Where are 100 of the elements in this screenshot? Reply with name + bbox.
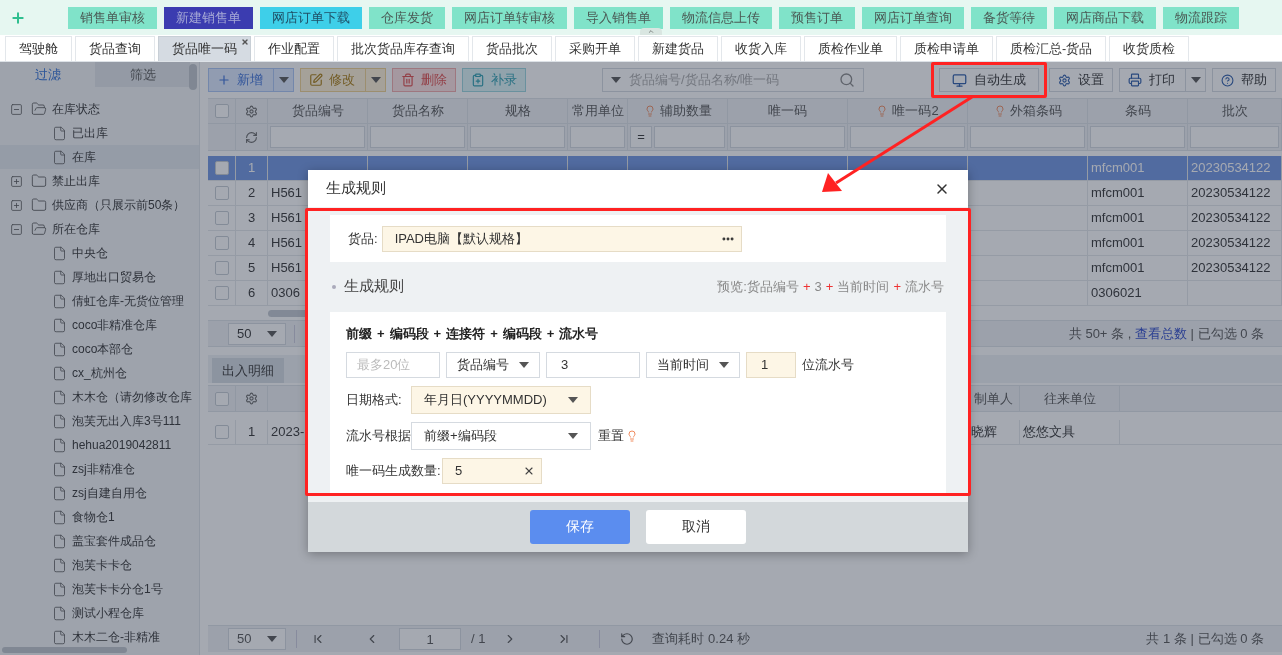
nav-button[interactable]: 预售订单 — [779, 6, 855, 29]
refresh-icon[interactable] — [245, 130, 258, 144]
nav-button[interactable]: 导入销售单 — [574, 6, 663, 29]
nav-button[interactable]: 网店商品下载 — [1054, 6, 1156, 29]
checkbox[interactable] — [214, 425, 229, 439]
column-header[interactable]: 往来单位 — [1020, 386, 1120, 411]
page-size-select[interactable]: 50 — [228, 628, 286, 650]
toolbar-button[interactable]: 帮助 — [1212, 68, 1276, 92]
tree-item[interactable]: 倩虹仓库-无货位管理 — [0, 289, 199, 313]
tree-item[interactable]: 所在仓库 — [0, 217, 199, 241]
prefix-field[interactable]: 最多20位 — [346, 351, 440, 378]
dropdown-button[interactable] — [274, 68, 294, 92]
tree-item[interactable]: zsj自建自用仓 — [0, 481, 199, 505]
page-size-select[interactable]: 50 — [228, 322, 286, 345]
filter-field[interactable] — [850, 126, 965, 148]
filter-field[interactable] — [370, 126, 465, 148]
tree-item[interactable]: coco本部仓 — [0, 337, 199, 361]
column-header[interactable]: 辅助数量 — [628, 99, 728, 123]
nav-button[interactable]: 新建销售单 — [164, 6, 253, 29]
page-tab[interactable]: 货品查询 — [75, 36, 155, 61]
refresh-icon[interactable] — [620, 632, 635, 646]
column-header[interactable]: 货品名称 — [368, 99, 468, 123]
tree-item[interactable]: 已出库 — [0, 121, 199, 145]
tree-item[interactable]: 禁止出库 — [0, 169, 199, 193]
collapse-icon[interactable] — [10, 222, 23, 236]
count-field[interactable]: 5 — [442, 457, 542, 484]
page-input[interactable]: 1 — [399, 628, 461, 650]
tree-item[interactable]: zsj非精准仓 — [0, 457, 199, 481]
checkbox[interactable] — [214, 211, 229, 225]
checkbox[interactable] — [214, 286, 229, 300]
page-tab[interactable]: 驾驶舱 — [5, 36, 72, 61]
page-tab[interactable]: 货品批次 — [472, 36, 552, 61]
segment-dropdown[interactable]: 货品编号 — [446, 351, 540, 378]
settings-icon[interactable] — [245, 392, 258, 405]
tree-item[interactable]: 食物仓1 — [0, 505, 199, 529]
nav-button[interactable]: 网店订单查询 — [862, 6, 964, 29]
scrollbar[interactable] — [189, 64, 197, 90]
search-icon[interactable] — [839, 72, 855, 88]
tree-item[interactable]: 盖宝套件成品仓 — [0, 529, 199, 553]
tree-item[interactable]: coco非精准仓库 — [0, 313, 199, 337]
view-total-link[interactable]: 查看总数 — [1134, 325, 1187, 341]
serial-basis-dropdown[interactable]: 前缀+编码段 — [411, 421, 591, 450]
column-header[interactable]: 货品编号 — [268, 99, 368, 123]
tree-item[interactable]: cx_杭州仓 — [0, 361, 199, 385]
nav-button[interactable]: 仓库发货 — [369, 6, 445, 29]
column-header[interactable]: 常用单位 — [568, 99, 628, 123]
close-icon[interactable] — [241, 38, 249, 46]
tree-item[interactable]: hehua2019042811 — [0, 433, 199, 457]
tree-item[interactable]: 厚地出口贸易仓 — [0, 265, 199, 289]
nav-button[interactable]: 网店订单下载 — [260, 6, 362, 29]
add-icon[interactable] — [10, 9, 26, 26]
page-tab[interactable]: 货品唯一码 — [158, 36, 251, 61]
tree-item[interactable]: 木木仓（请勿修改仓库 — [0, 385, 199, 409]
page-tab[interactable]: 质检申请单 — [900, 36, 993, 61]
settings-icon[interactable] — [245, 104, 258, 118]
tree-item[interactable]: 测试小程仓库 — [0, 601, 199, 625]
segment-dropdown[interactable]: 当前时间 — [646, 351, 740, 378]
tree-item[interactable]: 泡芙卡卡分仓1号 — [0, 577, 199, 601]
toolbar-button[interactable]: 设置 — [1049, 68, 1113, 92]
nav-button[interactable]: 物流信息上传 — [670, 6, 772, 29]
page-tab[interactable]: 新建货品 — [638, 36, 718, 61]
collapse-icon[interactable] — [10, 102, 23, 116]
tree-item[interactable]: 在库 — [0, 145, 199, 169]
connector-field[interactable]: 3 — [546, 351, 640, 378]
filter-field[interactable] — [970, 126, 1085, 148]
tree-item[interactable]: 供应商（只展示前50条） — [0, 193, 199, 217]
checkbox[interactable] — [214, 391, 229, 406]
toolbar-button[interactable]: 打印 — [1119, 68, 1186, 92]
page-tab[interactable]: 批次货品库存查询 — [337, 36, 469, 61]
detail-tab[interactable]: 出入明细 — [212, 358, 284, 383]
dropdown-button[interactable] — [366, 68, 386, 92]
column-header[interactable]: 规格 — [468, 99, 568, 123]
page-tab[interactable]: 采购开单 — [555, 36, 635, 61]
filter-field[interactable] — [570, 126, 625, 148]
expand-icon[interactable] — [10, 174, 23, 188]
page-tab[interactable]: 质检汇总-货品 — [996, 36, 1107, 61]
page-tab[interactable]: 作业配置 — [254, 36, 334, 61]
checkbox[interactable] — [214, 161, 229, 175]
operator-label[interactable]: = — [630, 126, 652, 148]
page-tab[interactable]: 质检作业单 — [804, 36, 897, 61]
expand-icon[interactable] — [10, 198, 23, 212]
nav-button[interactable]: 物流跟踪 — [1163, 6, 1239, 29]
tree-item[interactable]: 泡芙卡卡仓 — [0, 553, 199, 577]
toolbar-button[interactable]: 新增 — [208, 68, 274, 92]
column-header[interactable]: 批次 — [1188, 99, 1282, 123]
filter-field[interactable] — [470, 126, 565, 148]
filter-tab[interactable]: 筛选 — [95, 62, 190, 87]
page-tab[interactable]: 收货质检 — [1109, 36, 1190, 61]
toolbar-button[interactable]: 自动生成 — [939, 68, 1039, 92]
nav-button[interactable]: 备货等待 — [971, 6, 1047, 29]
column-header[interactable]: 外箱条码 — [968, 99, 1088, 123]
filter-field[interactable] — [270, 126, 365, 148]
reset-link[interactable]: 重置 — [598, 425, 624, 446]
tree-item[interactable]: 中央仓 — [0, 241, 199, 265]
filter-field[interactable] — [730, 126, 845, 148]
collapse-handle[interactable] — [640, 28, 662, 35]
checkbox[interactable] — [214, 236, 229, 250]
filter-field[interactable] — [654, 126, 725, 148]
column-header[interactable]: 条码 — [1088, 99, 1188, 123]
dropdown-button[interactable] — [1186, 68, 1206, 92]
